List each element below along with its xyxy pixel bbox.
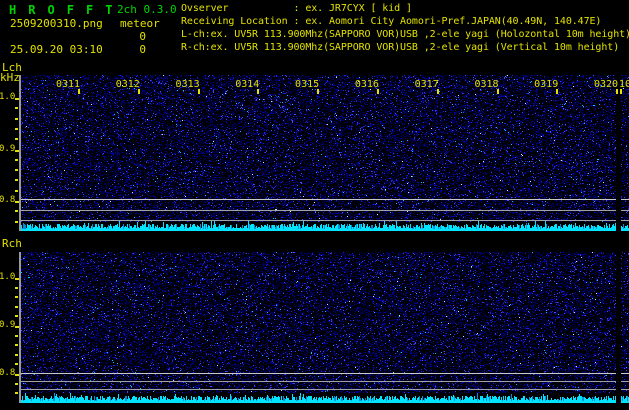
time-tick <box>257 89 260 94</box>
meteor-mode-label: meteor <box>120 17 160 30</box>
y-tick-minor <box>15 315 18 317</box>
y-tick-label: 0.8 <box>0 195 16 205</box>
time-tick <box>620 89 622 94</box>
y-tick-minor <box>15 306 18 308</box>
filename-label: 2509200310.png <box>10 17 103 30</box>
y-tick-major <box>15 98 19 100</box>
location-line: Receiving Location : ex. Aomori City Aom… <box>181 16 602 27</box>
hrofft-screen: H R O F F T 2ch 0.3.0 2509200310.png met… <box>0 0 629 410</box>
time-label: 0313 <box>175 79 200 90</box>
lch-spectrogram-canvas <box>21 75 629 231</box>
y-tick-minor <box>15 221 18 223</box>
y-tick-minor <box>15 296 18 298</box>
time-tick <box>376 89 379 94</box>
y-tick-label: 0.9 <box>0 320 16 330</box>
y-tick-major <box>15 278 19 280</box>
y-tick-minor <box>15 354 18 356</box>
y-tick-minor <box>15 169 18 171</box>
y-tick-major <box>15 326 19 328</box>
time-tick <box>317 89 320 94</box>
time-tick <box>556 89 559 94</box>
timestamp-label: 25.09.20 03:10 <box>10 43 103 56</box>
time-tick <box>78 89 80 94</box>
rch-axis-name: Rch <box>2 237 22 250</box>
time-label: 0319 <box>534 79 559 90</box>
y-tick-minor <box>15 344 18 346</box>
y-tick-major <box>15 150 19 152</box>
time-label: 0311 <box>55 79 81 90</box>
y-tick-minor <box>15 383 18 385</box>
meteor-count-left: 0 <box>139 30 146 43</box>
y-tick-minor <box>15 128 18 130</box>
time-tick <box>197 89 200 94</box>
y-tick-minor <box>15 159 18 161</box>
time-label: 0314 <box>235 79 260 90</box>
y-tick-minor <box>15 179 18 181</box>
rch-spectrogram-canvas <box>21 252 629 403</box>
rch-config-line: R-ch:ex. UV5R 113.900Mhz(SAPPORO VOR)USB… <box>181 42 620 53</box>
lch-axis-unit: kHz <box>0 71 20 84</box>
time-label: 0317 <box>414 79 439 90</box>
y-tick-label: 0.8 <box>0 368 16 378</box>
version-label: 2ch 0.3.0 <box>117 3 177 16</box>
y-tick-minor <box>15 335 18 337</box>
y-tick-minor <box>15 138 18 140</box>
time-tick <box>496 89 499 94</box>
y-tick-minor <box>15 287 18 289</box>
time-tick <box>436 89 439 94</box>
time-tick <box>616 89 618 94</box>
y-tick-major <box>15 374 19 376</box>
y-tick-minor <box>15 363 18 365</box>
y-tick-major <box>15 201 19 203</box>
y-tick-minor <box>15 118 18 120</box>
meteor-count-right: 0 <box>139 43 146 56</box>
y-tick-label: 1.0 <box>0 92 16 102</box>
time-label: 0315 <box>295 79 320 90</box>
time-label: 0316 <box>354 79 379 90</box>
time-tick <box>137 89 140 94</box>
y-tick-minor <box>15 190 18 192</box>
y-tick-label: 1.0 <box>0 272 16 282</box>
lch-config-line: L-ch:ex. UV5R 113.900Mhz(SAPPORO VOR)USB… <box>181 29 629 40</box>
y-tick-minor <box>15 210 18 212</box>
y-tick-minor <box>15 392 18 394</box>
time-label: 0320 <box>593 79 619 90</box>
observer-line: Ovserver : ex. JR7CYX [ kid ] <box>181 3 412 14</box>
time-label: 0312 <box>115 79 140 90</box>
time-label: 0318 <box>474 79 499 90</box>
app-title: H R O F F T <box>9 3 115 17</box>
y-tick-minor <box>15 107 18 109</box>
y-tick-label: 0.9 <box>0 144 16 154</box>
